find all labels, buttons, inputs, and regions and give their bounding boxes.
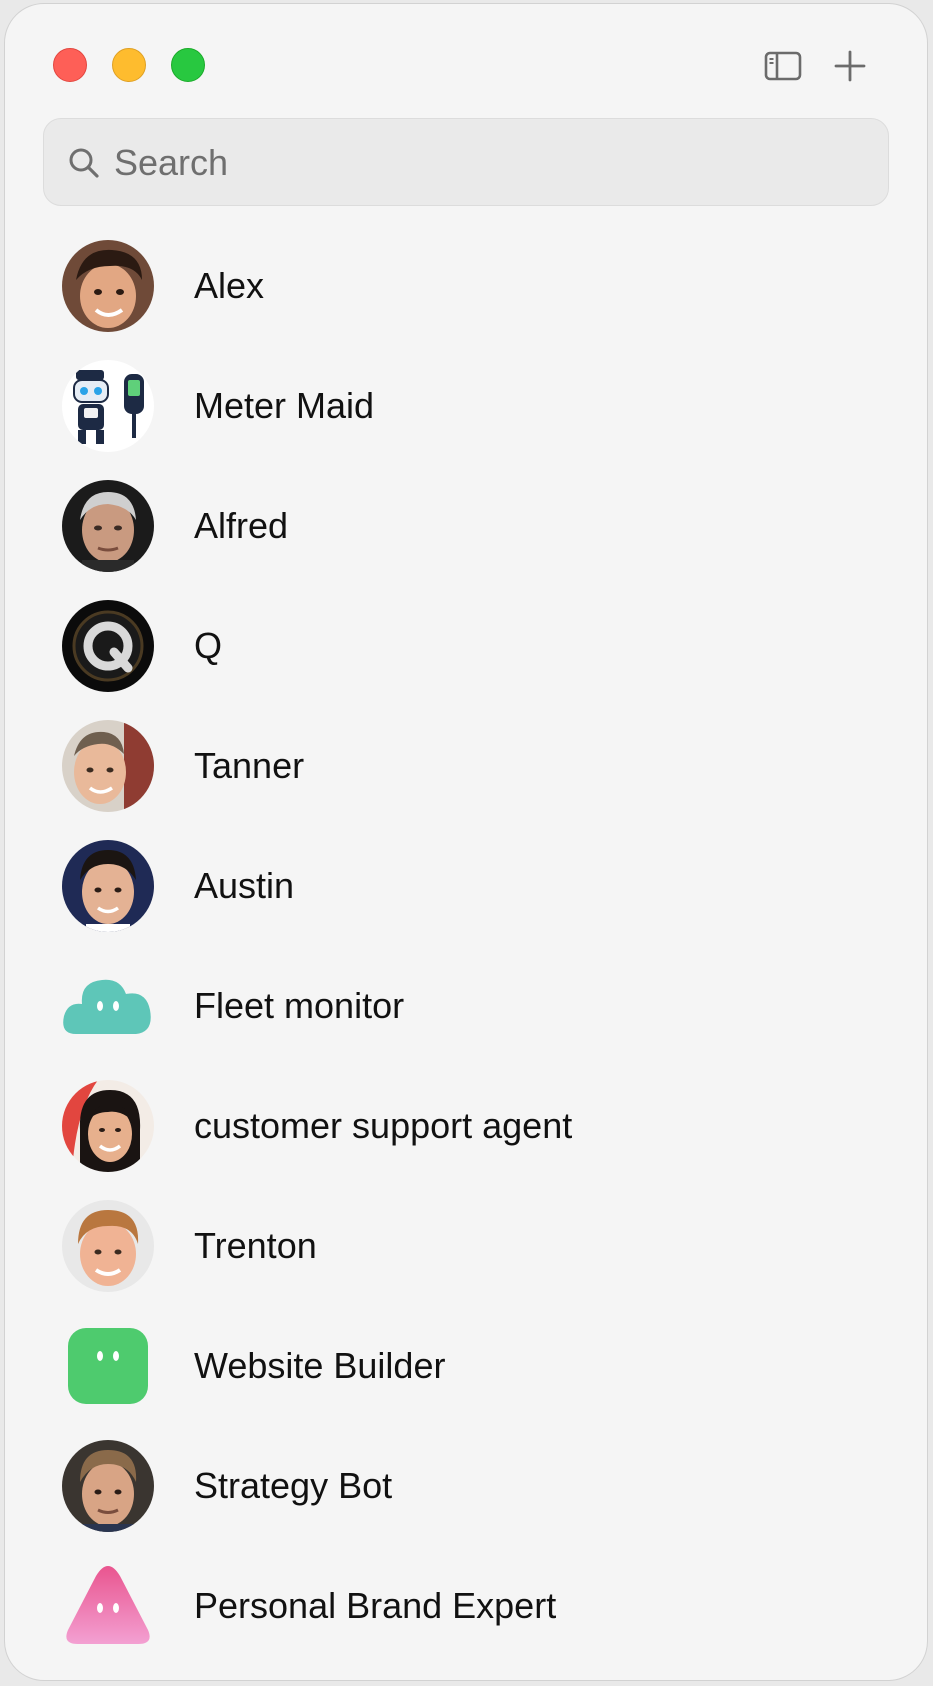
contact-name: Q	[194, 625, 223, 666]
search-bar[interactable]	[43, 118, 889, 207]
contact-list: Alex Meter Maid Alfred Q Tanner Austin F…	[5, 226, 927, 1666]
contact-name: Alfred	[194, 505, 289, 546]
contact-name: Austin	[194, 865, 295, 906]
contact-name: Alex	[194, 265, 265, 306]
plus-icon	[834, 50, 866, 82]
avatar-fleet-monitor	[62, 960, 154, 1052]
avatar-website-builder	[62, 1320, 154, 1412]
toggle-sidebar-button[interactable]	[761, 44, 805, 88]
avatar-alex	[62, 240, 154, 332]
contact-name: Strategy Bot	[194, 1465, 393, 1506]
new-chat-button[interactable]	[828, 44, 872, 88]
close-window-button[interactable]	[53, 48, 87, 82]
maximize-window-button[interactable]	[171, 48, 205, 82]
contact-row-q[interactable]: Q	[5, 586, 927, 706]
avatar-trenton	[62, 1200, 154, 1292]
contact-row-website-builder[interactable]: Website Builder	[5, 1306, 927, 1426]
title-bar	[5, 4, 927, 114]
contact-row-alex[interactable]: Alex	[5, 226, 927, 346]
contact-row-austin[interactable]: Austin	[5, 826, 927, 946]
contact-name: Website Builder	[194, 1345, 446, 1386]
contact-name: Trenton	[194, 1225, 317, 1266]
contact-row-meter-maid[interactable]: Meter Maid	[5, 346, 927, 466]
contact-row-fleet-monitor[interactable]: Fleet monitor	[5, 946, 927, 1066]
avatar-meter-maid	[62, 360, 154, 452]
contact-row-alfred[interactable]: Alfred	[5, 466, 927, 586]
avatar-tanner	[62, 720, 154, 812]
search-input[interactable]	[112, 119, 856, 207]
contact-name: Fleet monitor	[194, 985, 405, 1026]
contact-row-trenton[interactable]: Trenton	[5, 1186, 927, 1306]
contact-name: Meter Maid	[194, 385, 375, 426]
search-icon	[69, 148, 99, 178]
avatar-q	[62, 600, 154, 692]
minimize-window-button[interactable]	[112, 48, 146, 82]
avatar-strategy-bot	[62, 1440, 154, 1532]
avatar-customer-support-agent	[62, 1080, 154, 1172]
contact-row-strategy-bot[interactable]: Strategy Bot	[5, 1426, 927, 1546]
contact-row-tanner[interactable]: Tanner	[5, 706, 927, 826]
avatar-personal-brand-expert	[62, 1560, 154, 1652]
sidebar-toggle-icon	[764, 51, 802, 81]
contact-name: customer support agent	[194, 1105, 573, 1146]
app-window: Alex Meter Maid	[4, 3, 928, 1681]
contact-row-customer-support-agent[interactable]: customer support agent	[5, 1066, 927, 1186]
avatar-austin	[62, 840, 154, 932]
avatar-alfred	[62, 480, 154, 572]
contact-name: Tanner	[194, 745, 305, 786]
contact-name: Personal Brand Expert	[194, 1585, 557, 1626]
contact-row-personal-brand-expert[interactable]: Personal Brand Expert	[5, 1546, 927, 1666]
